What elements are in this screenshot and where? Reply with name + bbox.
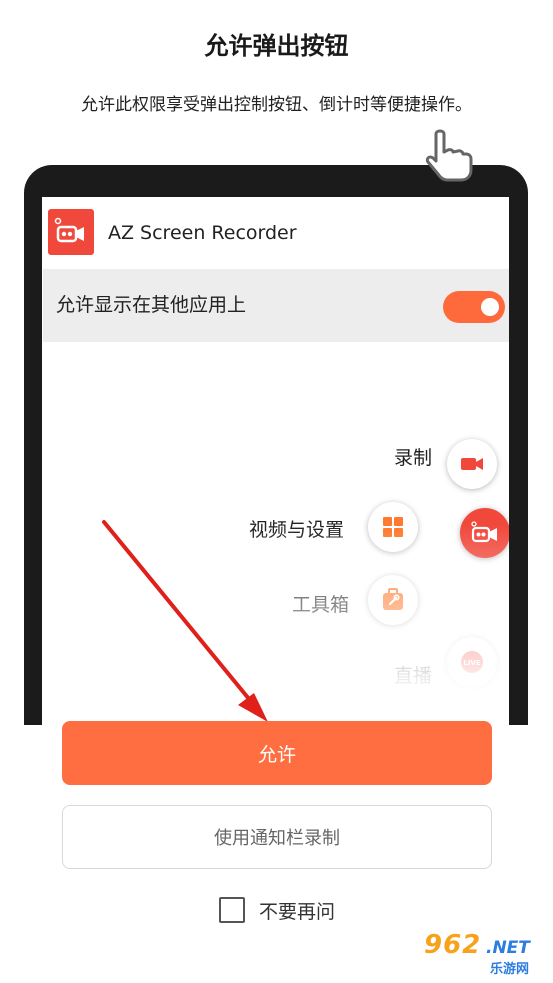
menu-button-record[interactable] — [447, 439, 497, 489]
toolbox-icon — [383, 588, 403, 610]
overlay-permission-toggle[interactable] — [443, 291, 505, 323]
toggle-knob — [481, 298, 499, 316]
record-icon — [461, 458, 483, 470]
dont-ask-label: 不要再问 — [259, 901, 336, 923]
phone-mockup: AZ Screen Recorder 允许显示在其他应用上 录制 视频与设置 工… — [24, 165, 528, 725]
camera-icon — [471, 521, 497, 543]
menu-label-toolbox: 工具箱 — [292, 594, 350, 616]
page-title: 允许弹出按钮 — [204, 32, 349, 60]
menu-label-video-settings: 视频与设置 — [249, 519, 345, 541]
overlay-permission-label: 允许显示在其他应用上 — [56, 294, 247, 316]
allow-button[interactable]: 允许 — [62, 721, 492, 785]
dont-ask-checkbox[interactable] — [219, 897, 245, 923]
menu-label-live: 直播 — [394, 665, 433, 687]
page-subtitle: 允许此权限享受弹出控制按钮、倒计时等便捷操作。 — [81, 95, 472, 115]
menu-button-video-settings[interactable] — [368, 502, 418, 552]
app-header: AZ Screen Recorder — [42, 209, 509, 257]
screen-fade — [42, 525, 509, 725]
menu-button-toolbox[interactable] — [368, 575, 418, 625]
grid-icon — [383, 517, 403, 537]
pointing-hand-icon — [425, 129, 473, 182]
watermark-cn: 乐游网 — [490, 962, 530, 977]
app-logo-icon — [48, 209, 94, 255]
app-name: AZ Screen Recorder — [108, 222, 297, 244]
floating-record-button[interactable] — [460, 508, 509, 558]
notification-record-button[interactable]: 使用通知栏录制 — [62, 805, 492, 869]
live-icon: LIVE — [461, 651, 483, 673]
phone-screen: AZ Screen Recorder 允许显示在其他应用上 录制 视频与设置 工… — [42, 197, 509, 725]
site-watermark: 962 .NET 乐游网 — [414, 928, 548, 978]
live-badge-text: LIVE — [463, 659, 480, 667]
watermark-number: 962 — [424, 930, 482, 960]
menu-label-record: 录制 — [394, 447, 433, 469]
menu-button-live[interactable]: LIVE — [447, 637, 497, 687]
overlay-permission-row[interactable]: 允许显示在其他应用上 — [43, 269, 509, 342]
watermark-suffix: .NET — [486, 938, 530, 958]
